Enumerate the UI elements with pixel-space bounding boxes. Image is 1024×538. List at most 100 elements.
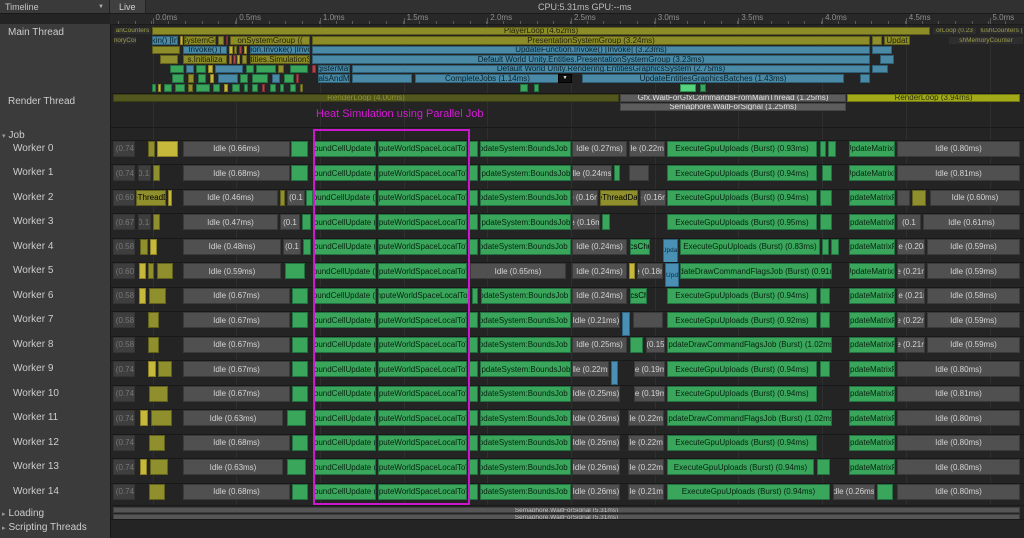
sample-sliver[interactable] [139, 287, 146, 304]
sample-bar-executegpuuploads-burst-0-94ms[interactable]: ExecuteGpuUploads (Burst) (0.94ms) [667, 189, 817, 206]
sample-bar-dle-0-21ms[interactable]: dle (0.21ms [897, 263, 925, 279]
sample-sliver[interactable] [149, 287, 166, 304]
sample-bar-kin-in[interactable]: kin() [In [152, 36, 178, 45]
sample-bar-idle-0-68ms[interactable]: Idle (0.68ms) [183, 434, 290, 451]
sample-sliver[interactable] [534, 83, 539, 92]
sample-sliver[interactable] [188, 83, 193, 92]
sample-sliver[interactable] [158, 83, 161, 92]
sample-bar-idle-0-66ms[interactable]: Idle (0.66ms) [183, 140, 290, 157]
sample-bar-executegpuuploads-burst-0-94ms[interactable]: ExecuteGpuUploads (Burst) (0.94ms) [667, 385, 817, 402]
sample-sliver[interactable] [292, 361, 308, 377]
sample-bar-omputeworldspacelocaltowo[interactable]: omputeWorldSpaceLocalToWo [378, 361, 467, 377]
thread-label-worker-1[interactable]: Worker 1 [13, 167, 53, 178]
sample-bar-idle-0-58ms[interactable]: Idle (0.58ms) [113, 312, 135, 328]
sample-bar-idle-0-58ms[interactable]: Idle (0.58ms) [113, 336, 135, 353]
sample-sliver[interactable] [160, 55, 178, 64]
sample-bar-idle-0-58ms[interactable]: Idle (0.58ms) [927, 287, 1020, 304]
sample-bar-updatesystem-boundsjob-b[interactable]: UpdateSystem:BoundsJob (B [480, 140, 571, 157]
thread-label-worker-7[interactable]: Worker 7 [13, 314, 53, 325]
sample-sliver[interactable] [820, 287, 830, 304]
sample-bar-idle-0-24ms[interactable]: Idle (0.24ms) [572, 238, 627, 255]
thread-label-loading[interactable]: ▸ Loading [2, 508, 44, 519]
sample-sliver[interactable] [285, 263, 305, 279]
sample-bar-idle-0-80ms[interactable]: Idle (0.80ms) [897, 410, 1020, 426]
sample-bar-updatematrixpr[interactable]: UpdateMatrixPr [849, 361, 895, 377]
sample-sliver[interactable] [215, 64, 243, 73]
sample-bar-idle-0-63ms[interactable]: Idle (0.63ms) [183, 410, 283, 426]
sample-sliver[interactable] [150, 459, 168, 475]
sample-bar-oundcellupdate[interactable]: oundCellUpdate ( [314, 312, 376, 328]
sample-sliver[interactable] [822, 165, 832, 181]
sample-bar-idle-0-59ms[interactable]: Idle (0.59ms) [927, 238, 1020, 255]
sample-bar-updatematrixpr[interactable]: UpdateMatrixPr [849, 214, 895, 230]
sample-bar-idle-0-26ms[interactable]: Idle (0.26ms) [572, 434, 620, 451]
sample-bar-updatematrixpr[interactable]: UpdateMatrixPr [849, 336, 895, 353]
sample-sliver[interactable] [229, 45, 233, 54]
sample-sliver[interactable] [280, 83, 284, 92]
sample-sliver[interactable] [860, 74, 870, 83]
sample-bar-oundcellupdate[interactable]: oundCellUpdate ( [314, 385, 376, 402]
sample-bar-executegpuuploads-burst-0-92ms[interactable]: ExecuteGpuUploads (Burst) (0.92ms) [667, 312, 817, 328]
sample-sliver[interactable] [292, 336, 308, 353]
sample-sliver[interactable] [912, 189, 926, 206]
sample-bar-updatematrixpr[interactable]: UpdateMatrixPr [849, 312, 895, 328]
sample-bar-dle-0-22ms[interactable]: dle (0.22ms [572, 361, 609, 377]
sample-bar-idle-0-25ms[interactable]: Idle (0.25ms) [572, 385, 620, 402]
sample-sliver[interactable] [872, 36, 882, 45]
sample-sliver[interactable] [140, 238, 148, 255]
sample-bar-idle-0-74ms[interactable]: Idle (0.74ms) [113, 140, 135, 157]
sample-sliver[interactable] [622, 312, 630, 336]
sample-sliver[interactable] [170, 64, 184, 73]
sample-sliver[interactable] [831, 238, 839, 255]
sample-bar-dle-0-21ms[interactable]: dle (0.21ms [628, 483, 664, 500]
sample-sliver[interactable] [140, 459, 147, 475]
sample-bar-idle-0-24ms[interactable]: Idle (0.24ms) [572, 263, 627, 279]
sample-bar-idle-0-80ms[interactable]: Idle (0.80ms) [897, 140, 1020, 157]
sample-sliver[interactable] [232, 83, 240, 92]
sample-sliver[interactable] [296, 74, 299, 83]
sample-bar-presentationsystemgroup-3-24ms[interactable]: PresentationSystemGroup (3.24ms) [312, 36, 870, 45]
thread-label-worker-13[interactable]: Worker 13 [13, 461, 59, 472]
sample-bar-oundcellupdate[interactable]: oundCellUpdate (| [314, 263, 376, 279]
sample-sliver[interactable] [469, 410, 478, 426]
sample-sliver[interactable] [278, 64, 284, 73]
sample-bar-idle-0-59ms[interactable]: Idle (0.59ms) [927, 312, 1020, 328]
sample-bar-executegpuuploads-burst-0-94ms[interactable]: ExecuteGpuUploads (Burst) (0.94ms) [667, 434, 817, 451]
sample-bar-oundcellupdate[interactable]: oundCellUpdate ( [314, 410, 376, 426]
sample-sliver[interactable] [168, 189, 172, 206]
sample-bar-executegpuuploads-burst-0-83ms[interactable]: ExecuteGpuUploads (Burst) (0.83ms) [680, 238, 820, 255]
sample-bar-idle-0-67ms[interactable]: Idle (0.67ms) [183, 336, 290, 353]
thread-label-job[interactable]: ▾ Job [2, 130, 25, 141]
sample-bar-idle-0-27ms[interactable]: Idle (0.27ms) [572, 140, 627, 157]
timeline-mode-dropdown[interactable]: Timeline ▼ [0, 0, 110, 13]
sample-bar-idle-0-81ms[interactable]: Idle (0.81ms) [897, 385, 1020, 402]
sample-sliver[interactable] [148, 312, 159, 328]
sample-sliver[interactable] [208, 64, 213, 73]
time-ruler[interactable]: 0.0ms 0.5ms 1.0ms 1.5ms 2.0ms 2.5ms 3.0ms 3.5ms… [110, 13, 1024, 25]
sample-bar-oundcellupdate[interactable]: oundCellUpdate ( [314, 140, 376, 157]
sample-bar-idle-0-59ms[interactable]: Idle (0.59ms) [927, 263, 1020, 279]
sample-sliver[interactable] [242, 55, 247, 64]
sample-bar-updatesystem-boundsjob-b[interactable]: UpdateSystem:BoundsJob (B [480, 434, 571, 451]
foldout-icon[interactable]: ▸ [2, 511, 6, 518]
sample-bar-idle-0-68ms[interactable]: Idle (0.68ms) [183, 165, 290, 181]
sample-bar-idle-0-25ms[interactable]: Idle (0.25ms) [572, 336, 627, 353]
sample-bar-oundcellupdate[interactable]: oundCellUpdate ( [314, 483, 376, 500]
sample-bar-gfx-waitforgfxcommandsfrommainthread-1-25ms[interactable]: Gfx.WaitForGfxCommandsFromMainThread (1.… [620, 93, 846, 102]
sample-bar-oundcellupdate[interactable]: oundCellUpdate ( [314, 238, 376, 255]
sample-bar-omputeworldspacelocaltowo[interactable]: omputeWorldSpaceLocalToWo [378, 434, 467, 451]
sample-bar-idle-0-65ms[interactable]: Idle (0.65ms) [470, 263, 566, 279]
sample-bar-e-0-15m[interactable]: e (0.15m [646, 336, 665, 353]
sample-bar-completejobs-1-14ms[interactable]: CompleteJobs (1.14ms) [415, 74, 560, 83]
sample-sliver[interactable] [244, 45, 247, 54]
sample-sliver[interactable] [246, 64, 254, 73]
sample-bar-updatematrixp[interactable]: UpdateMatrixP [849, 263, 895, 279]
sample-bar-dle-0-22ms[interactable]: dle (0.22ms [629, 140, 665, 157]
sample-sliver[interactable] [469, 361, 478, 377]
sample-sliver[interactable] [520, 83, 528, 92]
sample-sliver[interactable] [148, 336, 159, 353]
sample-bar-oundcellupdate[interactable]: oundCellUpdate ( [314, 165, 376, 181]
sample-bar-invoke[interactable]: Invoke() [ [183, 45, 227, 54]
sample-sliver[interactable] [469, 434, 478, 451]
sample-sliver[interactable] [680, 83, 696, 92]
